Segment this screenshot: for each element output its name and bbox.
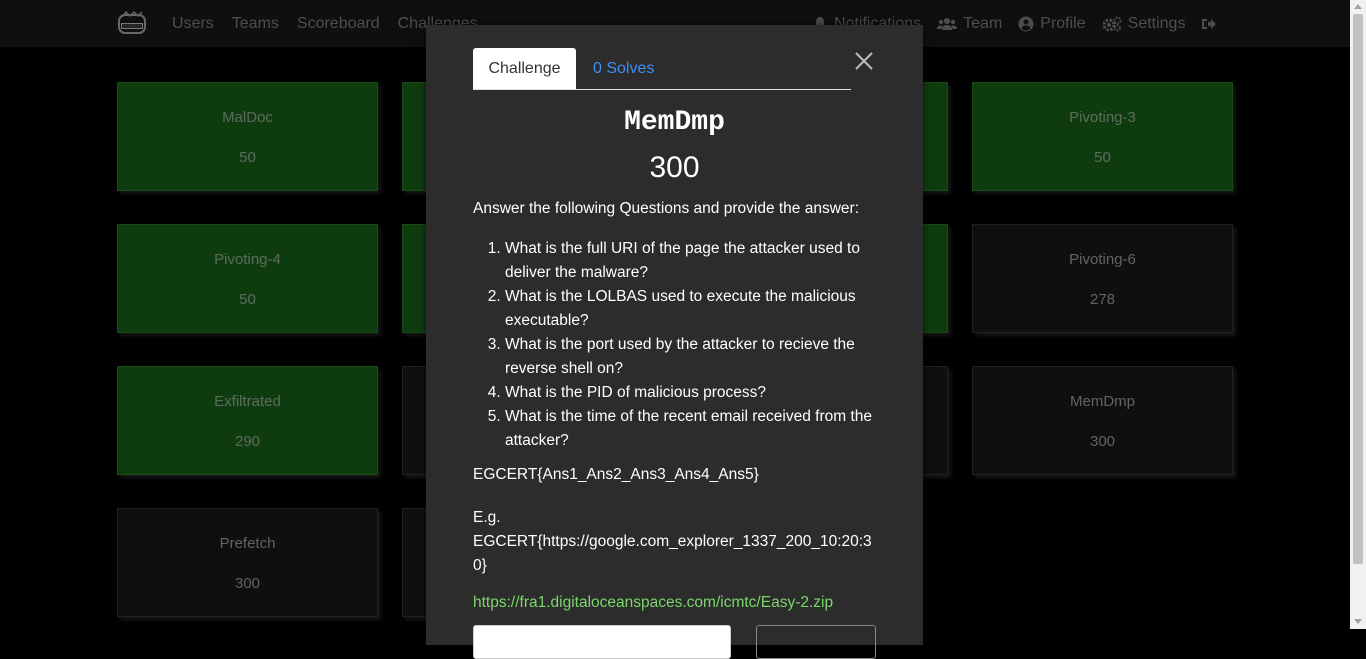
list-item: What is the LOLBAS used to execute the m… [505, 285, 883, 333]
example-label: E.g. [473, 509, 501, 526]
list-item: What is the port used by the attacker to… [505, 333, 883, 381]
list-item: What is the time of the recent email rec… [505, 405, 883, 453]
list-item: What is the full URI of the page the att… [505, 237, 883, 285]
scroll-down-arrow[interactable] [1354, 619, 1362, 624]
list-item: What is the PID of malicious process? [505, 381, 883, 405]
scroll-thumb[interactable] [1353, 14, 1363, 564]
modal-tabs: Challenge 0 Solves [473, 48, 851, 90]
download-link[interactable]: https://fra1.digitaloceanspaces.com/icmt… [473, 594, 833, 612]
scroll-up-arrow[interactable] [1354, 4, 1362, 9]
page-scrollbar[interactable] [1350, 0, 1366, 629]
answer-input[interactable] [473, 625, 731, 659]
example-value: EGCERT{https://google.com_explorer_1337_… [473, 533, 872, 574]
submit-button[interactable] [756, 625, 876, 659]
flag-format: EGCERT{Ans1_Ans2_Ans3_Ans4_Ans5} [473, 466, 759, 483]
close-icon[interactable] [854, 51, 874, 71]
tab-challenge[interactable]: Challenge [473, 48, 576, 89]
challenge-modal: Challenge 0 Solves MemDmp 300 Answer the… [426, 25, 923, 659]
flag-example: E.g. EGCERT{https://google.com_explorer_… [473, 506, 877, 578]
tab-solves[interactable]: 0 Solves [593, 48, 654, 89]
challenge-points: 300 [649, 151, 700, 184]
question-list: What is the full URI of the page the att… [473, 237, 883, 453]
challenge-description: Answer the following Questions and provi… [473, 197, 883, 453]
description-intro: Answer the following Questions and provi… [473, 200, 859, 217]
challenge-title: MemDmp [624, 107, 725, 138]
